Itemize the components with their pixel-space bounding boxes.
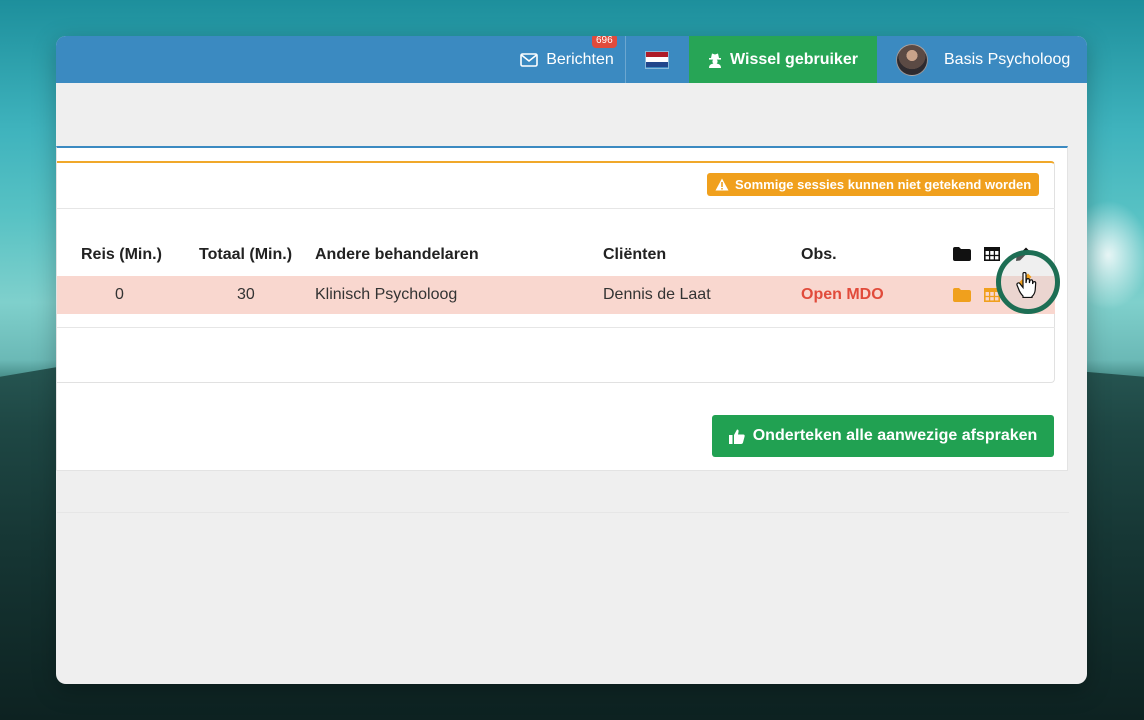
cell-other-therapists: Klinisch Psycholoog bbox=[315, 286, 458, 303]
user-menu[interactable]: Basis Psycholoog bbox=[896, 36, 1087, 83]
sign-all-label: Onderteken alle aanwezige afspraken bbox=[752, 427, 1038, 444]
messages-count-badge: 696 bbox=[592, 36, 617, 48]
column-header-clients: Cliënten bbox=[603, 246, 667, 263]
divider bbox=[57, 327, 1055, 328]
envelope-icon bbox=[520, 52, 539, 67]
thumbs-up-icon bbox=[728, 429, 745, 444]
column-header-total: Totaal (Min.) bbox=[199, 246, 293, 263]
divider bbox=[57, 512, 1069, 513]
switch-user-button[interactable]: Wissel gebruiker bbox=[689, 36, 877, 83]
background-cloud bbox=[1080, 200, 1144, 310]
divider bbox=[57, 208, 1055, 209]
cell-client: Dennis de Laat bbox=[603, 286, 711, 303]
user-secret-icon bbox=[709, 53, 722, 68]
language-selector[interactable] bbox=[626, 36, 688, 83]
dutch-flag-icon bbox=[645, 50, 669, 69]
sessions-table-box: Sommige sessies kunnen niet getekend wor… bbox=[57, 161, 1055, 383]
cell-total: 30 bbox=[237, 286, 255, 303]
warning-icon bbox=[715, 178, 729, 191]
table-row[interactable] bbox=[57, 276, 1055, 314]
avatar bbox=[896, 43, 928, 76]
top-navbar: Berichten 696 Wissel gebruiker Basis Psy… bbox=[56, 36, 1087, 83]
cell-travel: 0 bbox=[115, 286, 124, 303]
warning-badge: Sommige sessies kunnen niet getekend wor… bbox=[707, 173, 1040, 196]
row-folder-icon[interactable] bbox=[953, 288, 971, 302]
column-header-travel: Reis (Min.) bbox=[81, 246, 162, 263]
column-header-obs: Obs. bbox=[801, 246, 837, 263]
folder-icon bbox=[953, 247, 971, 261]
messages-link[interactable]: Berichten 696 bbox=[510, 36, 624, 83]
user-name: Basis Psycholoog bbox=[944, 50, 1071, 68]
sign-all-appointments-button[interactable]: Onderteken alle aanwezige afspraken bbox=[712, 415, 1054, 457]
warning-text: Sommige sessies kunnen niet getekend wor… bbox=[735, 177, 1032, 192]
column-header-other-therapists: Andere behandelaren bbox=[315, 246, 479, 263]
table-icon bbox=[984, 247, 1000, 261]
cell-obs-open-mdo[interactable]: Open MDO bbox=[801, 286, 884, 304]
messages-label: Berichten bbox=[546, 50, 614, 68]
hand-cursor-icon bbox=[1016, 272, 1037, 298]
app-window: Berichten 696 Wissel gebruiker Basis Psy… bbox=[56, 36, 1087, 684]
switch-user-label: Wissel gebruiker bbox=[730, 50, 858, 68]
